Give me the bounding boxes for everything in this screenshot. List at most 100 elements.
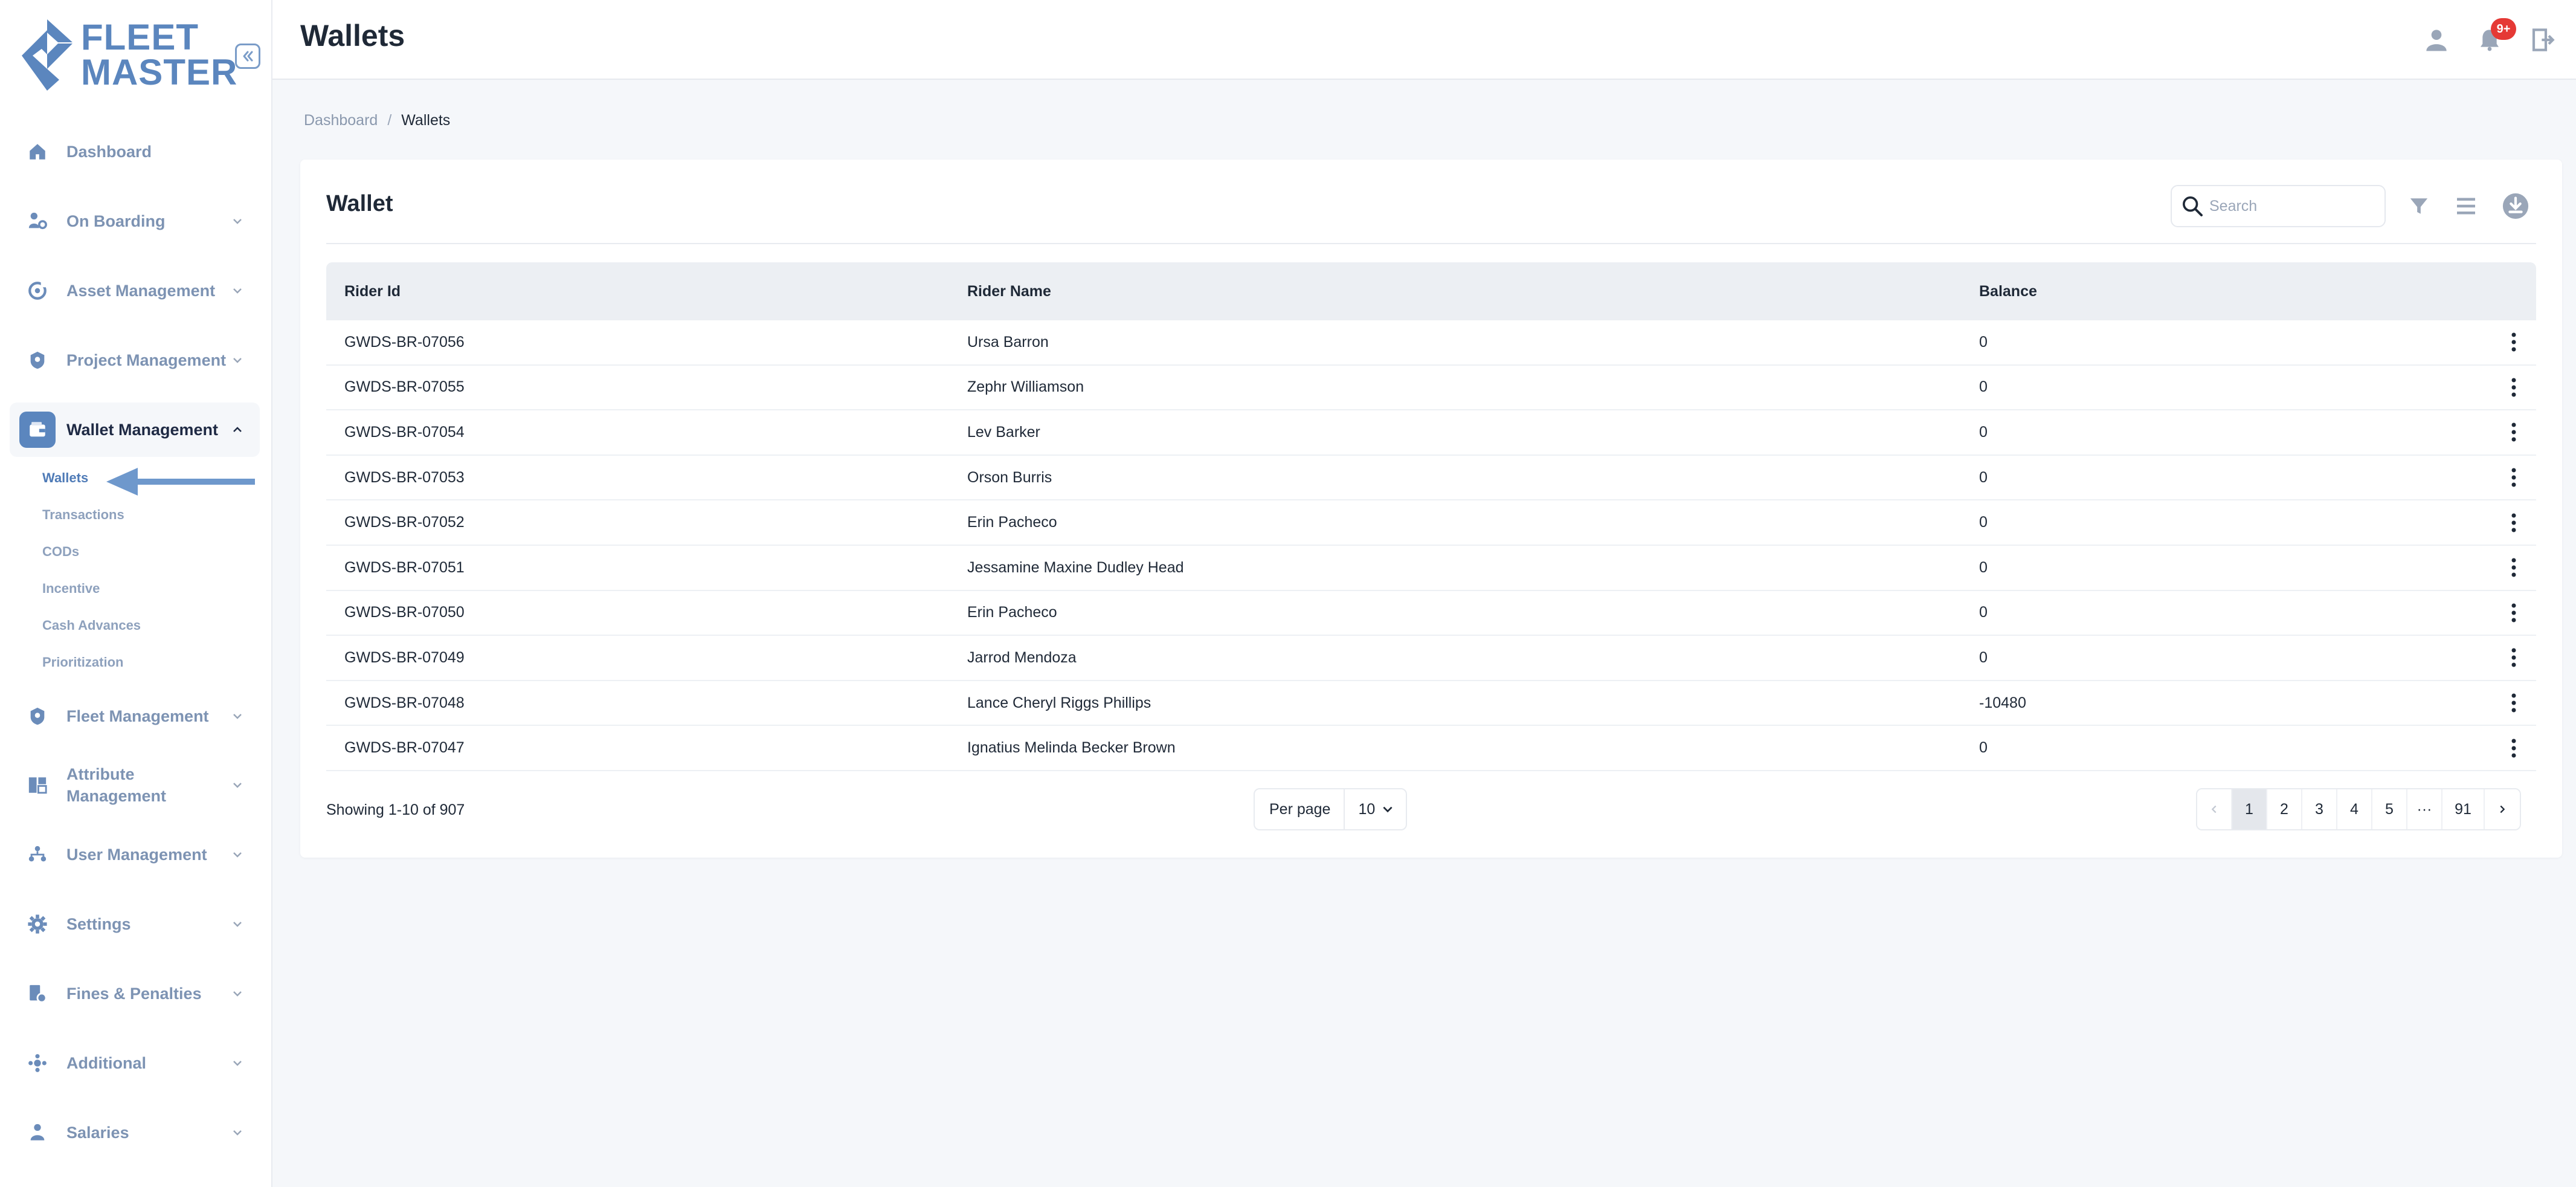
- top-bar: Wallets 9+: [272, 0, 2576, 80]
- more-vertical-icon: [2511, 558, 2516, 577]
- wallet-icon: [19, 412, 56, 448]
- sidebar-item-dashboard[interactable]: Dashboard: [10, 125, 260, 179]
- cell-rider-name: Lev Barker: [967, 423, 1040, 441]
- sidebar-item-attribute-management[interactable]: Attribute Management: [10, 758, 260, 812]
- column-header-balance[interactable]: Balance: [1979, 283, 2037, 300]
- cell-rider-name: Lance Cheryl Riggs Phillips: [967, 694, 1151, 711]
- page-button[interactable]: 4: [2337, 789, 2372, 829]
- chevron-down-icon: [228, 212, 246, 230]
- gear-icon: [19, 906, 56, 942]
- submenu-prioritization[interactable]: Prioritization: [42, 655, 123, 670]
- prev-page-button[interactable]: [2197, 789, 2232, 829]
- cell-rider-name: Jessamine Maxine Dudley Head: [967, 558, 1184, 576]
- project-icon: [19, 342, 56, 378]
- chevron-down-icon: [228, 776, 246, 794]
- sidebar-item-asset-management[interactable]: Asset Management: [10, 264, 260, 318]
- sidebar-item-settings[interactable]: Settings: [10, 897, 260, 951]
- search-box[interactable]: [2171, 185, 2386, 227]
- column-header-rider-name[interactable]: Rider Name: [967, 283, 1051, 300]
- table-row[interactable]: GWDS-BR-07056 Ursa Barron 0: [326, 320, 2536, 366]
- logout-icon: [2532, 28, 2555, 51]
- sidebar-item-salaries[interactable]: Salaries: [10, 1105, 260, 1160]
- more-vertical-icon: [2511, 332, 2516, 352]
- download-button[interactable]: [2500, 191, 2531, 221]
- logout-button[interactable]: [2526, 23, 2560, 57]
- more-vertical-icon: [2511, 603, 2516, 623]
- collapse-sidebar-button[interactable]: [235, 44, 260, 69]
- notifications-button[interactable]: 9+: [2473, 18, 2516, 57]
- more-vertical-icon: [2511, 468, 2516, 487]
- chevron-up-icon: [228, 421, 246, 439]
- per-page-select[interactable]: Per page 10: [1254, 788, 1407, 830]
- additional-icon: [19, 1045, 56, 1081]
- table-row[interactable]: GWDS-BR-07047 Ignatius Melinda Becker Bro…: [326, 726, 2536, 771]
- submenu-cods[interactable]: CODs: [42, 544, 79, 560]
- brand-line-2: MASTER: [81, 52, 238, 92]
- row-actions-button[interactable]: [2505, 509, 2523, 536]
- sidebar-item-label: Asset Management: [66, 282, 216, 300]
- row-actions-button[interactable]: [2505, 329, 2523, 355]
- cell-rider-id: GWDS-BR-07052: [344, 514, 465, 531]
- sidebar-item-label: Salaries: [66, 1124, 129, 1142]
- row-actions-button[interactable]: [2505, 464, 2523, 491]
- columns-button[interactable]: [2451, 191, 2481, 221]
- page-button[interactable]: 5: [2372, 789, 2407, 829]
- row-actions-button[interactable]: [2505, 644, 2523, 671]
- brand-logo[interactable]: FLEET MASTER: [21, 18, 237, 92]
- table-row[interactable]: GWDS-BR-07051 Jessamine Maxine Dudley Hea…: [326, 546, 2536, 591]
- submenu-cash-advances[interactable]: Cash Advances: [42, 618, 141, 633]
- filter-icon: [2410, 198, 2428, 214]
- sidebar-item-label: Wallet Management: [66, 421, 219, 439]
- page-button[interactable]: 3: [2302, 789, 2337, 829]
- table-row[interactable]: GWDS-BR-07053 Orson Burris 0: [326, 456, 2536, 501]
- column-header-rider-id[interactable]: Rider Id: [344, 283, 401, 300]
- cell-balance: -10480: [1979, 694, 2026, 711]
- logo-mark-icon: [22, 19, 72, 91]
- breadcrumb-dashboard-link[interactable]: Dashboard: [304, 112, 378, 129]
- table-row[interactable]: GWDS-BR-07055 Zephr Williamson 0: [326, 366, 2536, 411]
- sidebar-item-user-management[interactable]: User Management: [10, 827, 260, 882]
- row-actions-button[interactable]: [2505, 419, 2523, 445]
- cell-balance: 0: [1979, 468, 1988, 486]
- submenu-incentive[interactable]: Incentive: [42, 581, 100, 597]
- sidebar-item-fleet-management[interactable]: Fleet Management: [10, 689, 260, 743]
- row-actions-button[interactable]: [2505, 374, 2523, 401]
- breadcrumb-current: Wallets: [401, 112, 451, 129]
- sidebar-item-label: Fleet Management: [66, 707, 209, 725]
- cell-rider-id: GWDS-BR-07054: [344, 423, 465, 441]
- sidebar-item-fines-penalties[interactable]: Fines & Penalties: [10, 966, 260, 1021]
- sidebar-item-project-management[interactable]: Project Management: [10, 333, 260, 387]
- breadcrumb: Dashboard / Wallets: [304, 112, 450, 129]
- per-page-label: Per page: [1269, 800, 1331, 818]
- sidebar-item-on-boarding[interactable]: On Boarding: [10, 194, 260, 248]
- row-actions-button[interactable]: [2505, 600, 2523, 626]
- onboarding-icon: [19, 203, 56, 239]
- table-row[interactable]: GWDS-BR-07054 Lev Barker 0: [326, 410, 2536, 456]
- page-button[interactable]: 1: [2232, 789, 2267, 829]
- next-page-button[interactable]: [2485, 789, 2520, 829]
- chevron-down-icon: [228, 985, 246, 1003]
- row-actions-button[interactable]: [2505, 735, 2523, 762]
- table-row[interactable]: GWDS-BR-07048 Lance Cheryl Riggs Phillips…: [326, 681, 2536, 726]
- row-actions-button[interactable]: [2505, 690, 2523, 716]
- more-vertical-icon: [2511, 513, 2516, 532]
- filter-button[interactable]: [2404, 191, 2434, 221]
- profile-button[interactable]: [2420, 23, 2453, 57]
- table-row[interactable]: GWDS-BR-07052 Erin Pacheco 0: [326, 500, 2536, 546]
- cell-balance: 0: [1979, 648, 1988, 666]
- table-row[interactable]: GWDS-BR-07050 Erin Pacheco 0: [326, 591, 2536, 636]
- submenu-wallets[interactable]: Wallets: [42, 470, 88, 486]
- row-actions-button[interactable]: [2505, 554, 2523, 581]
- sidebar-item-wallet-management[interactable]: Wallet Management: [10, 403, 260, 457]
- search-input[interactable]: [2209, 197, 2378, 215]
- chevron-down-icon: [228, 282, 246, 300]
- page-button[interactable]: 91: [2442, 789, 2485, 829]
- page-button[interactable]: 2: [2267, 789, 2302, 829]
- table-row[interactable]: GWDS-BR-07049 Jarrod Mendoza 0: [326, 636, 2536, 681]
- sidebar-item-additional[interactable]: Additional: [10, 1036, 260, 1090]
- submenu-transactions[interactable]: Transactions: [42, 507, 124, 523]
- table-body: GWDS-BR-07056 Ursa Barron 0 GWDS-BR-07055 Ze…: [326, 320, 2536, 771]
- notification-badge: 9+: [2491, 18, 2516, 40]
- more-vertical-icon: [2511, 693, 2516, 713]
- cell-balance: 0: [1979, 423, 1988, 441]
